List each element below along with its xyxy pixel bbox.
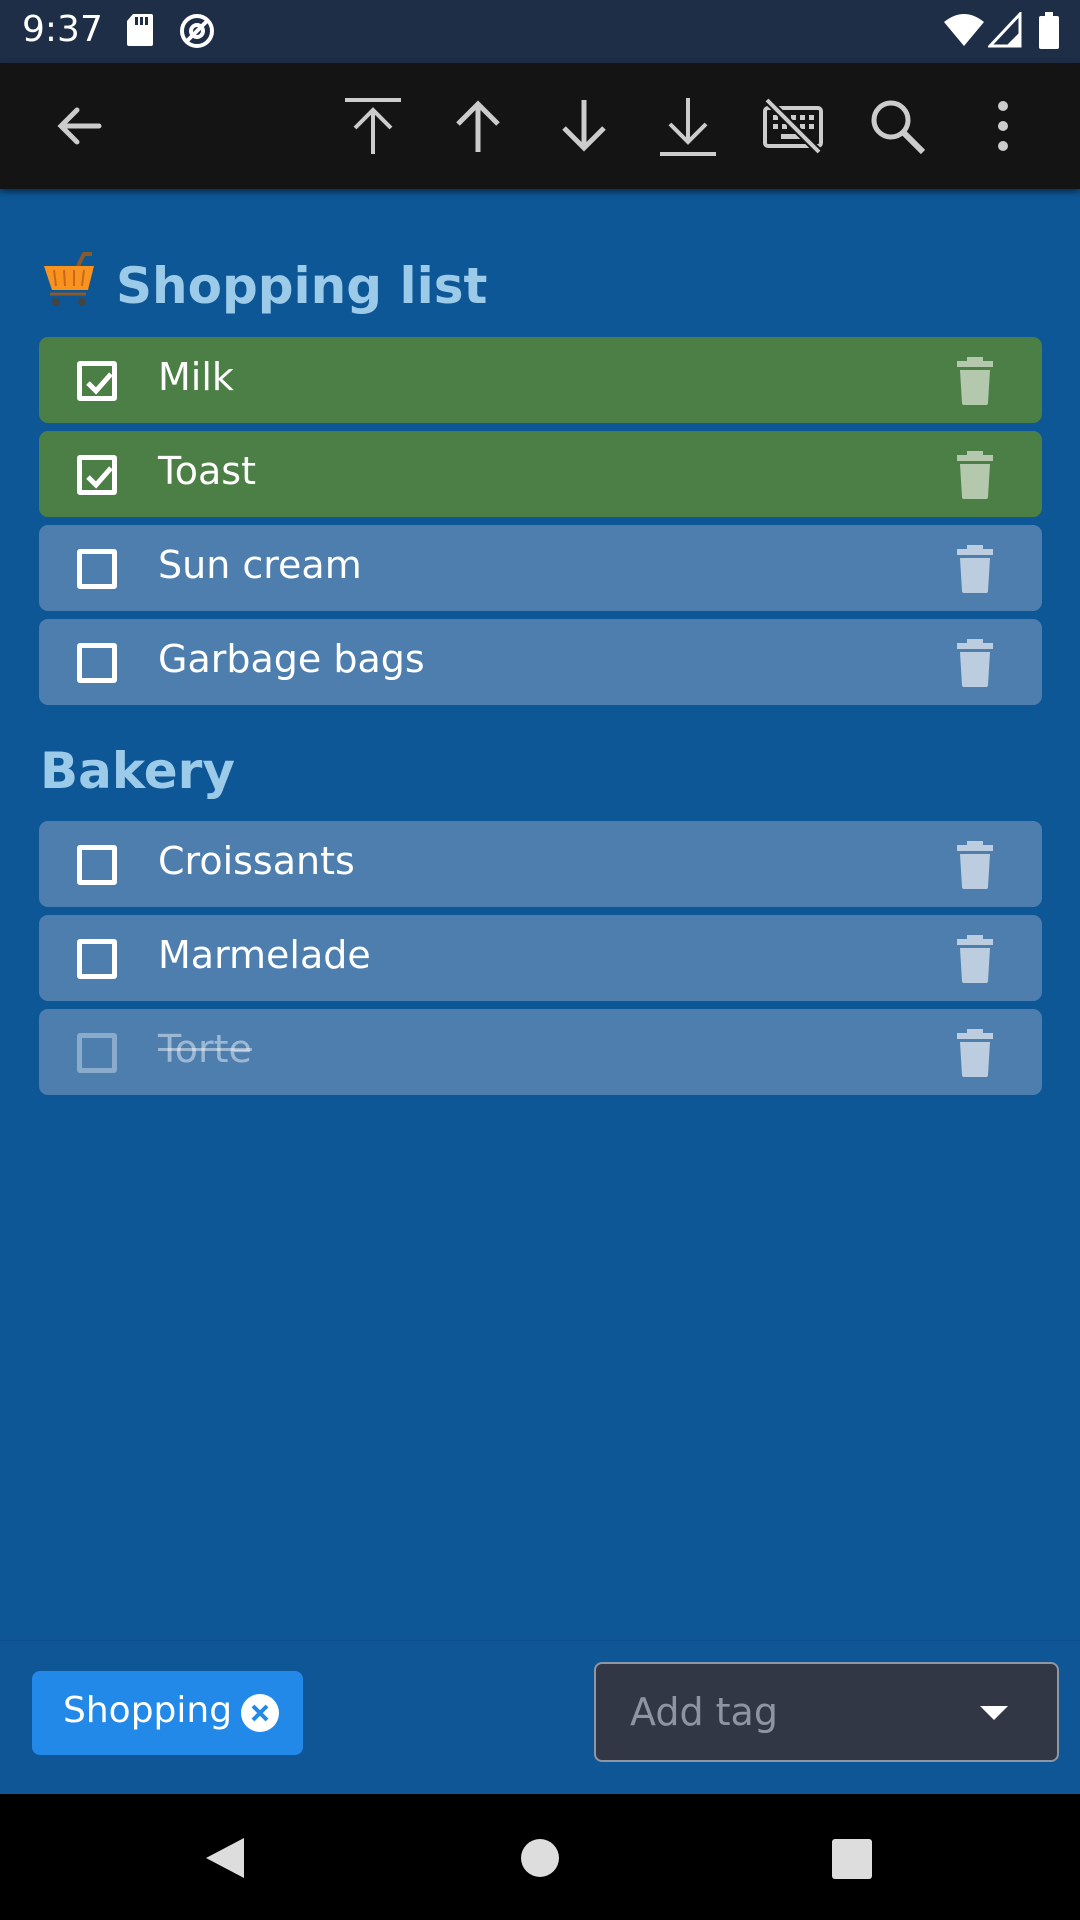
move-to-bottom-button[interactable] [647,85,729,167]
delete-icon[interactable] [955,639,995,687]
section-title-text: Bakery [40,742,235,800]
search-icon [871,100,926,155]
move-up-button[interactable] [437,85,519,167]
signal-icon [986,10,1022,52]
move-down-button[interactable] [543,85,625,167]
move-to-top-icon [345,98,401,154]
check-icon [86,466,113,489]
section-title-bakery: Bakery [40,742,235,800]
delete-icon[interactable] [955,935,995,983]
delete-icon[interactable] [955,357,995,405]
item-checkbox[interactable] [77,361,117,401]
item-label: Sun cream [158,543,362,587]
list-item-milk[interactable]: Milk [39,337,1042,423]
tag-chip-shopping[interactable]: Shopping [32,1671,303,1755]
wifi-icon [944,12,984,52]
back-button[interactable] [38,85,120,167]
search-button[interactable] [856,85,938,167]
item-checkbox[interactable] [77,1033,117,1073]
item-checkbox[interactable] [77,845,117,885]
delete-icon[interactable] [955,451,995,499]
add-tag-placeholder: Add tag [630,1690,778,1734]
list-item-sun-cream[interactable]: Sun cream [39,525,1042,611]
item-checkbox[interactable] [77,549,117,589]
move-to-top-button[interactable] [332,85,414,167]
toolbar [0,63,1080,189]
delete-icon[interactable] [955,1029,995,1077]
move-up-icon [456,100,500,152]
item-label: Garbage bags [158,637,425,681]
status-bar: 9:37 [0,0,1080,63]
tag-chip-label: Shopping [63,1690,233,1731]
move-down-icon [562,100,606,152]
close-icon[interactable] [241,1694,279,1732]
dropdown-arrow-icon [980,1706,1008,1720]
nav-back-icon[interactable] [204,1836,246,1880]
status-time: 9:37 [22,9,103,50]
sd-card-icon [125,12,155,52]
more-options-button[interactable] [962,85,1044,167]
list-item-garbage-bags[interactable]: Garbage bags [39,619,1042,705]
more-vert-icon [998,101,1008,151]
section-title-shopping-list: Shopping list [40,252,487,320]
section-title-text: Shopping list [116,257,488,315]
item-label: Torte [158,1027,252,1071]
nav-recents-icon[interactable] [832,1839,872,1879]
list-item-marmelade[interactable]: Marmelade [39,915,1042,1001]
add-tag-dropdown[interactable]: Add tag [594,1662,1059,1762]
move-to-bottom-icon [660,98,716,156]
list-item-toast[interactable]: Toast [39,431,1042,517]
vpn-icon [178,12,216,54]
delete-icon[interactable] [955,841,995,889]
item-label: Toast [158,449,256,493]
keyboard-toggle-button[interactable] [752,85,834,167]
delete-icon[interactable] [955,545,995,593]
item-checkbox[interactable] [77,643,117,683]
tag-panel: Shopping Add tag [0,1640,1080,1795]
item-label: Marmelade [158,933,371,977]
item-checkbox[interactable] [77,455,117,495]
list-item-torte[interactable]: Torte [39,1009,1042,1095]
check-icon [86,372,113,395]
list-item-croissants[interactable]: Croissants [39,821,1042,907]
navigation-bar [0,1794,1080,1920]
keyboard-off-icon [763,97,823,155]
item-label: Milk [158,355,234,399]
nav-home-icon[interactable] [520,1838,560,1878]
item-label: Croissants [158,839,355,883]
shopping-cart-icon [40,252,102,320]
back-arrow-icon [57,107,102,145]
battery-icon [1038,12,1060,54]
item-checkbox[interactable] [77,939,117,979]
